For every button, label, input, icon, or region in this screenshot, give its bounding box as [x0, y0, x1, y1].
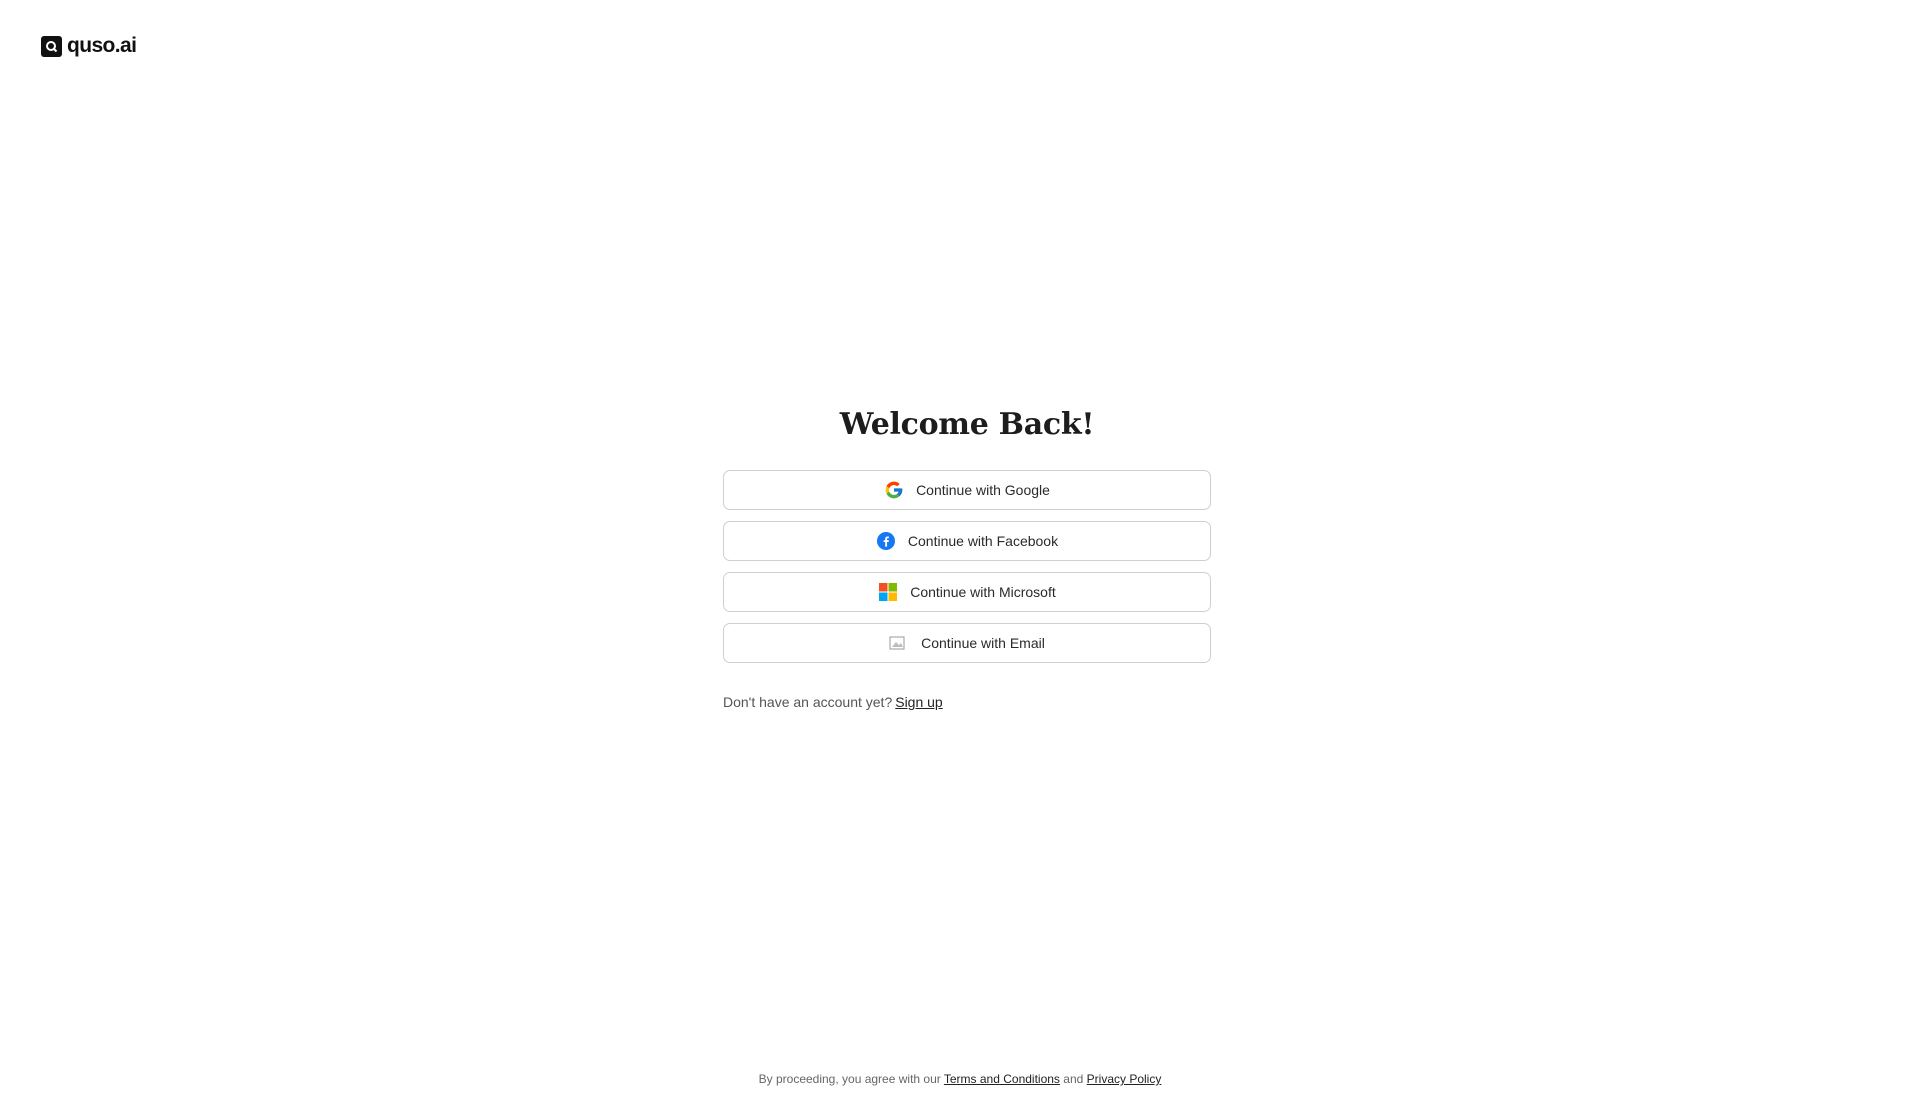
email-icon — [889, 633, 909, 653]
terms-link[interactable]: Terms and Conditions — [944, 1072, 1060, 1086]
facebook-button-label: Continue with Facebook — [907, 533, 1059, 549]
legal-and-text: and — [1063, 1072, 1084, 1086]
brand-logo[interactable]: quso.ai — [41, 34, 137, 58]
email-button-label: Continue with Email — [921, 635, 1045, 651]
page-title: Welcome Back! — [839, 407, 1095, 442]
legal-prefix-text: By proceeding, you agree with our — [758, 1072, 941, 1086]
legal-footer: By proceeding, you agree with our Terms … — [0, 1072, 1920, 1086]
microsoft-icon — [878, 582, 898, 602]
google-button-label: Continue with Google — [916, 482, 1050, 498]
signup-prompt-row: Don't have an account yet? Sign up — [723, 694, 1211, 710]
continue-with-facebook-button[interactable]: Continue with Facebook — [723, 521, 1211, 561]
logo-mark-icon — [41, 35, 62, 57]
google-icon — [884, 480, 904, 500]
brand-name: quso.ai — [67, 34, 137, 57]
microsoft-button-label: Continue with Microsoft — [910, 584, 1056, 600]
login-panel: Welcome Back! Continue with Google Conti… — [723, 404, 1211, 710]
auth-options: Continue with Google Continue with Faceb… — [723, 470, 1211, 663]
signup-prompt-text: Don't have an account yet? — [723, 694, 893, 710]
privacy-policy-link[interactable]: Privacy Policy — [1087, 1072, 1162, 1086]
facebook-icon — [876, 531, 896, 551]
continue-with-email-button[interactable]: Continue with Email — [723, 623, 1211, 663]
continue-with-microsoft-button[interactable]: Continue with Microsoft — [723, 572, 1211, 612]
continue-with-google-button[interactable]: Continue with Google — [723, 470, 1211, 510]
login-page: quso.ai Welcome Back! Continue with Goog… — [0, 0, 1920, 1116]
sign-up-link[interactable]: Sign up — [895, 694, 942, 710]
